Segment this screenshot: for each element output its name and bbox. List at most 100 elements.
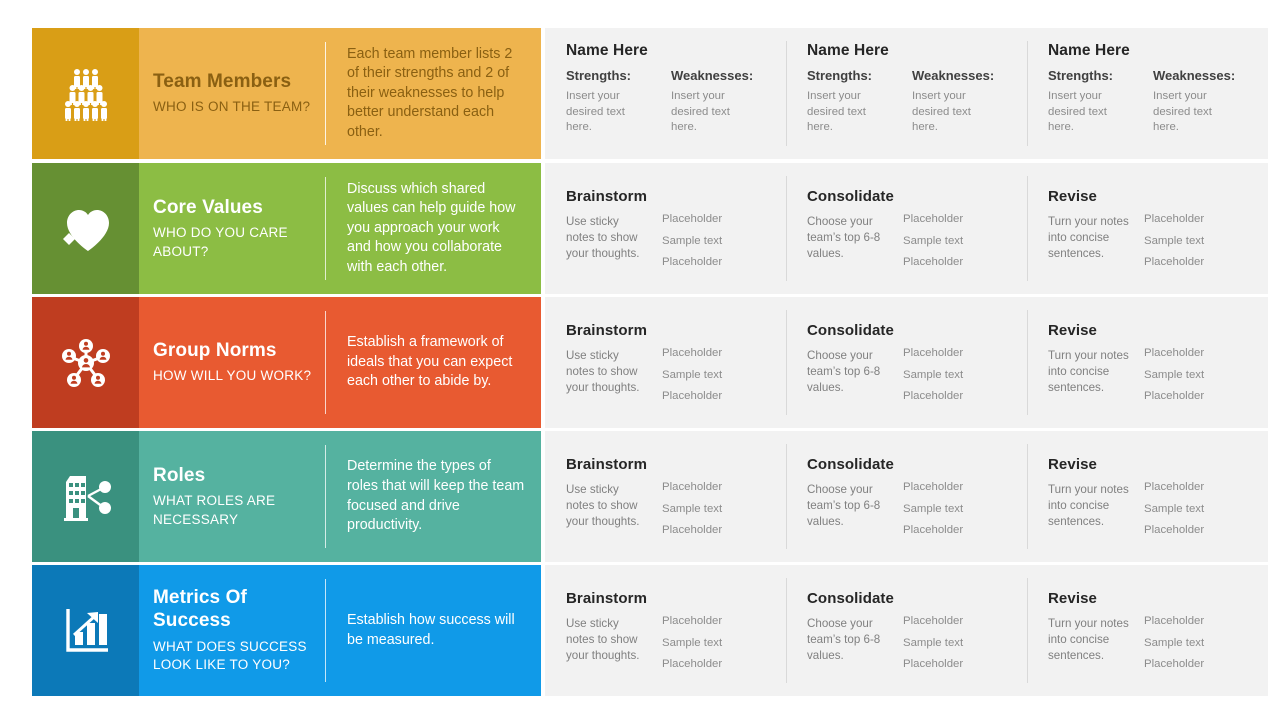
step-placeholder-list[interactable]: Placeholder Sample text Placeholder: [648, 615, 776, 670]
title-divider: [325, 311, 326, 414]
row-group-norms[interactable]: Group Norms HOW WILL YOU WORK? Establish…: [32, 297, 1268, 428]
member-name[interactable]: Name Here: [807, 42, 1017, 60]
step-column-revise[interactable]: Revise Turn your notes into concise sent…: [1027, 565, 1268, 696]
row-subtitle: WHO IS ON THE TEAM?: [153, 99, 311, 115]
step-placeholder-list[interactable]: Placeholder Sample text Placeholder: [889, 615, 1017, 670]
row-title: Group Norms: [153, 340, 277, 362]
list-item[interactable]: Placeholder: [662, 658, 776, 670]
step-column-consolidate[interactable]: Consolidate Choose your team’s top 6-8 v…: [786, 431, 1027, 562]
title-divider: [325, 42, 326, 145]
row-title-block-core-values: Core Values WHO DO YOU CARE ABOUT?: [139, 163, 326, 294]
step-column-brainstorm[interactable]: Brainstorm Use sticky notes to show your…: [545, 163, 786, 294]
list-item[interactable]: Placeholder: [662, 256, 776, 268]
step-column-revise[interactable]: Revise Turn your notes into concise sent…: [1027, 297, 1268, 428]
step-placeholder-list[interactable]: Placeholder Sample text Placeholder: [1130, 481, 1258, 536]
weaknesses-label: Weaknesses:: [1153, 68, 1236, 83]
strengths-text[interactable]: Insert your desired text here.: [566, 89, 644, 136]
list-item[interactable]: Placeholder: [1144, 615, 1258, 627]
step-heading: Consolidate: [807, 456, 894, 474]
member-name[interactable]: Name Here: [1048, 42, 1258, 60]
list-item[interactable]: Placeholder: [662, 481, 776, 493]
list-item[interactable]: Placeholder: [903, 524, 1017, 536]
weaknesses-text[interactable]: Insert your desired text here.: [1153, 89, 1231, 136]
strengths-text[interactable]: Insert your desired text here.: [807, 89, 885, 136]
step-column-brainstorm[interactable]: Brainstorm Use sticky notes to show your…: [545, 431, 786, 562]
list-item[interactable]: Placeholder: [903, 347, 1017, 359]
step-placeholder-list[interactable]: Placeholder Sample text Placeholder: [648, 481, 776, 536]
step-placeholder-list[interactable]: Placeholder Sample text Placeholder: [889, 347, 1017, 402]
member-column-2[interactable]: Name Here Strengths: Insert your desired…: [786, 28, 1027, 159]
step-column-revise[interactable]: Revise Turn your notes into concise sent…: [1027, 163, 1268, 294]
list-item[interactable]: Placeholder: [903, 390, 1017, 402]
list-item[interactable]: Placeholder: [1144, 524, 1258, 536]
list-item[interactable]: Sample text: [662, 637, 776, 649]
strengths-label: Strengths:: [566, 68, 631, 83]
list-item[interactable]: Sample text: [903, 235, 1017, 247]
list-item[interactable]: Sample text: [662, 235, 776, 247]
row-title-block-group-norms: Group Norms HOW WILL YOU WORK?: [139, 297, 326, 428]
step-column-consolidate[interactable]: Consolidate Choose your team’s top 6-8 v…: [786, 565, 1027, 696]
list-item[interactable]: Sample text: [1144, 503, 1258, 515]
strengths-text[interactable]: Insert your desired text here.: [1048, 89, 1126, 136]
list-item[interactable]: Placeholder: [1144, 390, 1258, 402]
step-placeholder-list[interactable]: Placeholder Sample text Placeholder: [889, 481, 1017, 536]
list-item[interactable]: Sample text: [662, 369, 776, 381]
row-metrics-of-success[interactable]: Metrics Of Success WHAT DOES SUCCESS LOO…: [32, 565, 1268, 696]
list-item[interactable]: Sample text: [903, 503, 1017, 515]
step-instruction: Choose your team’s top 6-8 values.: [807, 617, 881, 662]
weaknesses-label: Weaknesses:: [671, 68, 754, 83]
list-item[interactable]: Placeholder: [903, 481, 1017, 493]
list-item[interactable]: Placeholder: [1144, 256, 1258, 268]
list-item[interactable]: Placeholder: [1144, 213, 1258, 225]
bar-chart-arrow-icon: [32, 565, 139, 696]
list-item[interactable]: Placeholder: [903, 615, 1017, 627]
list-item[interactable]: Sample text: [903, 637, 1017, 649]
row-subtitle: WHO DO YOU CARE ABOUT?: [153, 224, 288, 259]
row-title: Team Members: [153, 71, 292, 93]
list-item[interactable]: Placeholder: [662, 213, 776, 225]
step-column-brainstorm[interactable]: Brainstorm Use sticky notes to show your…: [545, 565, 786, 696]
step-placeholder-list[interactable]: Placeholder Sample text Placeholder: [889, 213, 1017, 268]
list-item[interactable]: Sample text: [1144, 235, 1258, 247]
row-title-block-team-members: Team Members WHO IS ON THE TEAM?: [139, 28, 326, 159]
list-item[interactable]: Placeholder: [662, 347, 776, 359]
step-column-consolidate[interactable]: Consolidate Choose your team’s top 6-8 v…: [786, 163, 1027, 294]
row-subtitle: HOW WILL YOU WORK?: [153, 368, 312, 384]
step-column-revise[interactable]: Revise Turn your notes into concise sent…: [1027, 431, 1268, 562]
list-item[interactable]: Placeholder: [1144, 347, 1258, 359]
list-item[interactable]: Sample text: [662, 503, 776, 515]
step-column-consolidate[interactable]: Consolidate Choose your team’s top 6-8 v…: [786, 297, 1027, 428]
list-item[interactable]: Placeholder: [1144, 658, 1258, 670]
row-core-values[interactable]: Core Values WHO DO YOU CARE ABOUT? Discu…: [32, 163, 1268, 294]
row-roles[interactable]: Roles WHAT ROLES ARE NECESSARY Determine…: [32, 431, 1268, 562]
step-heading: Revise: [1048, 456, 1097, 474]
step-placeholder-list[interactable]: Placeholder Sample text Placeholder: [648, 213, 776, 268]
weaknesses-group: Weaknesses: Insert your desired text her…: [671, 68, 776, 136]
member-column-3[interactable]: Name Here Strengths: Insert your desired…: [1027, 28, 1268, 159]
step-placeholder-list[interactable]: Placeholder Sample text Placeholder: [1130, 347, 1258, 402]
weaknesses-text[interactable]: Insert your desired text here.: [912, 89, 990, 136]
step-column-brainstorm[interactable]: Brainstorm Use sticky notes to show your…: [545, 297, 786, 428]
list-item[interactable]: Placeholder: [662, 615, 776, 627]
member-column-1[interactable]: Name Here Strengths: Insert your desired…: [545, 28, 786, 159]
list-item[interactable]: Sample text: [1144, 637, 1258, 649]
step-placeholder-list[interactable]: Placeholder Sample text Placeholder: [1130, 615, 1258, 670]
step-instruction: Use sticky notes to show your thoughts.: [566, 215, 640, 260]
step-heading: Consolidate: [807, 322, 894, 340]
weaknesses-text[interactable]: Insert your desired text here.: [671, 89, 749, 136]
list-item[interactable]: Placeholder: [903, 658, 1017, 670]
row-header-metrics-of-success: Metrics Of Success WHAT DOES SUCCESS LOO…: [32, 565, 541, 696]
list-item[interactable]: Placeholder: [1144, 481, 1258, 493]
list-item[interactable]: Placeholder: [662, 524, 776, 536]
row-team-members[interactable]: Team Members WHO IS ON THE TEAM? Each te…: [32, 28, 1268, 159]
list-item[interactable]: Sample text: [903, 369, 1017, 381]
step-placeholder-list[interactable]: Placeholder Sample text Placeholder: [648, 347, 776, 402]
list-item[interactable]: Sample text: [1144, 369, 1258, 381]
step-instruction: Turn your notes into concise sentences.: [1048, 617, 1129, 662]
heart-sparkle-icon: [32, 163, 139, 294]
list-item[interactable]: Placeholder: [662, 390, 776, 402]
list-item[interactable]: Placeholder: [903, 213, 1017, 225]
step-placeholder-list[interactable]: Placeholder Sample text Placeholder: [1130, 213, 1258, 268]
list-item[interactable]: Placeholder: [903, 256, 1017, 268]
member-name[interactable]: Name Here: [566, 42, 776, 60]
